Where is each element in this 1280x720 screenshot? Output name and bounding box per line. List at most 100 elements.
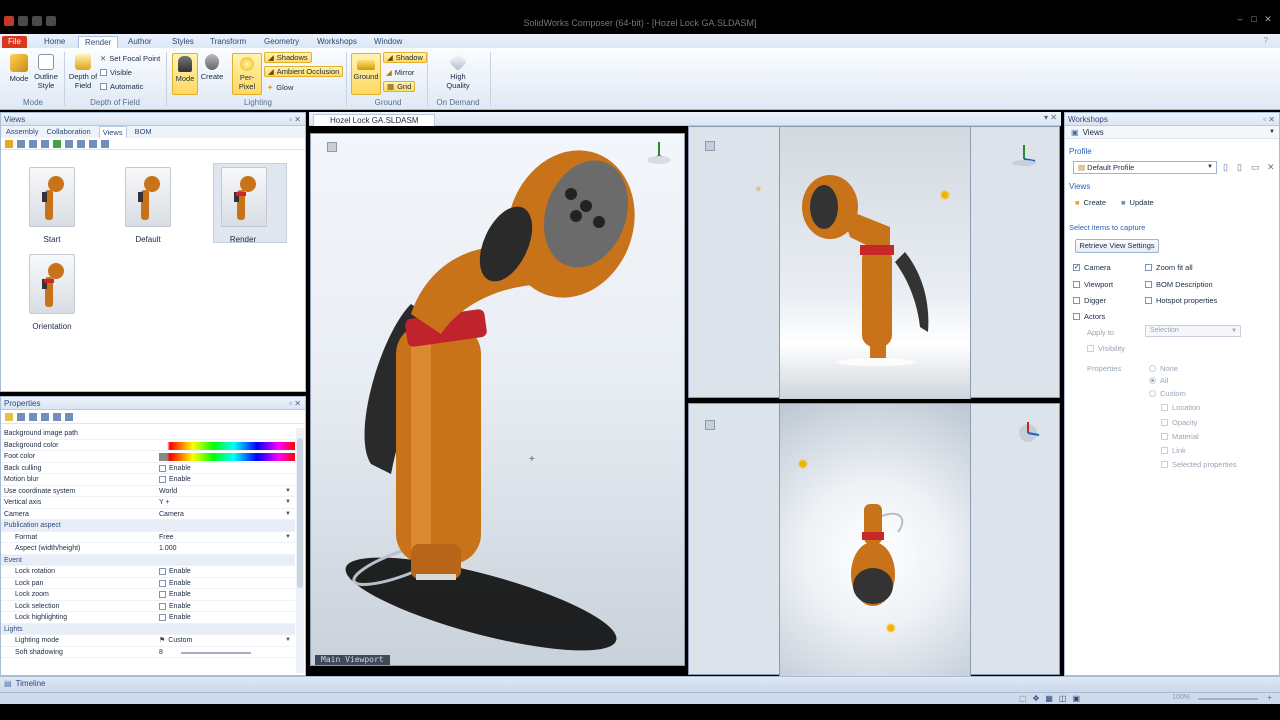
glow-button[interactable]: ✦ Glow [267, 82, 293, 93]
create-light-button[interactable]: Create [199, 54, 225, 81]
create-view-button[interactable]: ■ Create [1075, 198, 1106, 207]
none-radio[interactable]: None [1149, 364, 1178, 373]
view-thumbnail-render[interactable] [221, 167, 267, 227]
subtab-bom[interactable]: BOM [135, 126, 152, 138]
pan-icon[interactable]: ✥ [1033, 694, 1040, 703]
tab-styles[interactable]: Styles [166, 36, 200, 48]
close-icon[interactable]: ✕ [1262, 14, 1274, 24]
categorized-icon[interactable] [5, 413, 13, 421]
properties-scrollbar[interactable] [296, 428, 304, 673]
digger-checkbox[interactable]: Digger [1073, 296, 1106, 305]
ground-button[interactable]: Ground [351, 53, 381, 95]
rainbow-color-swatch[interactable] [159, 441, 295, 450]
sort-icon[interactable] [17, 413, 25, 421]
select-mode-icon[interactable]: ⬚ [1019, 694, 1027, 703]
apply-to-dropdown[interactable]: Selection ▼ [1145, 325, 1241, 337]
lighting-mode-button[interactable]: Mode [172, 53, 198, 95]
shadows-button[interactable]: ◢ Shadows [264, 52, 312, 63]
settings-icon[interactable] [65, 413, 73, 421]
prop-category[interactable]: Event [1, 554, 295, 566]
zoom-in-icon[interactable]: + [1267, 693, 1272, 702]
prop-row[interactable]: Soft shadowing 8 [1, 647, 295, 658]
grid-view-icon[interactable]: ▦ [1045, 694, 1053, 703]
prop-row[interactable]: Lighting mode ⚑ Custom ▼ [1, 635, 295, 647]
retrieve-view-settings-button[interactable]: Retrieve View Settings [1075, 239, 1159, 253]
prop-row[interactable]: Camera Camera ▼ [1, 509, 295, 521]
close-document-icon[interactable]: ▾ ✕ [1044, 113, 1057, 122]
layout-icon[interactable]: ▣ [1072, 694, 1080, 703]
delete-profile-icon[interactable]: ✕ [1267, 162, 1275, 173]
viewport-bottom-right[interactable]: ✹ ✹ [688, 403, 1060, 676]
delete-icon[interactable] [41, 139, 49, 148]
workshop-selector[interactable]: ▣ Views ▼ [1065, 126, 1279, 139]
refresh-icon[interactable] [29, 139, 37, 148]
prop-category[interactable]: Publication aspect [1, 520, 295, 532]
tab-transform[interactable]: Transform [204, 36, 252, 48]
set-focal-point-button[interactable]: ✕ Set Focal Point [100, 53, 160, 64]
link-checkbox[interactable]: Link [1161, 446, 1186, 455]
pin-close-icon[interactable]: ▫ ✕ [1263, 113, 1275, 126]
per-pixel-button[interactable]: Per-Pixel [232, 53, 262, 95]
viewport-menu-icon[interactable] [705, 141, 715, 151]
collapse-icon[interactable] [41, 413, 49, 421]
tab-render[interactable]: Render [78, 36, 119, 48]
chevron-down-icon[interactable]: ▼ [285, 635, 291, 647]
chevron-down-icon[interactable]: ▼ [1269, 129, 1275, 135]
outline-style-button[interactable]: Outline Style [32, 54, 60, 90]
prop-category[interactable]: Lights [1, 623, 295, 635]
tab-author[interactable]: Author [122, 36, 158, 48]
rename-profile-icon[interactable]: ▭ [1251, 162, 1260, 173]
profile-dropdown[interactable]: ▤ Default Profile ▼ [1073, 161, 1217, 174]
zoom-fit-all-checkbox[interactable]: Zoom fit all [1145, 263, 1193, 272]
rainbow-color-swatch[interactable] [159, 453, 295, 461]
prop-row[interactable]: Lock selection Enable [1, 601, 295, 612]
move-up-icon[interactable] [65, 139, 73, 148]
help-icon[interactable]: ? [1258, 35, 1274, 47]
check-icon[interactable] [53, 139, 61, 148]
location-checkbox[interactable]: Location [1161, 403, 1200, 412]
tab-workshops[interactable]: Workshops [311, 36, 363, 48]
bom-description-checkbox[interactable]: BOM Description [1145, 280, 1213, 289]
custom-radio[interactable]: Custom [1149, 389, 1186, 398]
prop-row[interactable]: Background image path [1, 428, 295, 440]
chevron-down-icon[interactable]: ▼ [285, 486, 291, 498]
high-quality-button[interactable]: High Quality [440, 52, 476, 90]
prop-row[interactable]: Lock highlighting Enable [1, 612, 295, 624]
automatic-checkbox[interactable]: Automatic [100, 81, 143, 92]
timeline-tab[interactable]: ▤ Timeline [4, 679, 46, 688]
viewport-checkbox[interactable]: Viewport [1073, 280, 1113, 289]
all-radio[interactable]: All [1149, 376, 1168, 385]
prop-row[interactable]: Lock zoom Enable [1, 589, 295, 601]
tab-geometry[interactable]: Geometry [258, 36, 305, 48]
selected-properties-checkbox[interactable]: Selected properties [1161, 460, 1237, 469]
axis-triad-icon[interactable] [1009, 141, 1039, 171]
zoom-slider[interactable] [1198, 698, 1258, 700]
chevron-down-icon[interactable]: ▼ [285, 532, 291, 544]
chevron-down-icon[interactable]: ▼ [285, 509, 291, 521]
chevron-down-icon[interactable]: ▼ [285, 497, 291, 509]
subtab-collaboration[interactable]: Collaboration [47, 126, 91, 138]
prop-row[interactable]: Back culling Enable [1, 463, 295, 474]
axis-triad-icon[interactable] [644, 138, 674, 168]
document-tab[interactable]: Hozel Lock GA.SLDASM [313, 114, 436, 126]
prop-row[interactable]: Foot color [1, 451, 295, 463]
view-thumbnail-orientation[interactable] [29, 254, 75, 314]
subtab-views[interactable]: Views [98, 126, 127, 138]
tab-file[interactable]: File [2, 36, 27, 48]
fit-icon[interactable]: ◫ [1059, 694, 1067, 703]
minimize-icon[interactable]: – [1234, 14, 1246, 24]
prop-row[interactable]: Background color [1, 440, 295, 451]
visible-checkbox[interactable]: Visible [100, 67, 132, 78]
move-down-icon[interactable] [77, 139, 85, 148]
grid-button[interactable]: ▦ Grid [383, 81, 416, 92]
update-view-button[interactable]: ■ Update [1121, 198, 1154, 207]
pin-close-icon[interactable]: ▫ ✕ [289, 397, 301, 410]
viewport-menu-icon[interactable] [705, 420, 715, 430]
view-thumbnail-start[interactable] [29, 167, 75, 227]
subtab-assembly[interactable]: Assembly [6, 126, 39, 138]
update-view-icon[interactable] [17, 139, 25, 148]
material-checkbox[interactable]: Material [1161, 432, 1199, 441]
camera-checkbox[interactable]: Camera [1073, 263, 1111, 272]
axis-triad-icon[interactable] [1013, 418, 1043, 448]
hotspot-properties-checkbox[interactable]: Hotspot properties [1145, 296, 1217, 305]
